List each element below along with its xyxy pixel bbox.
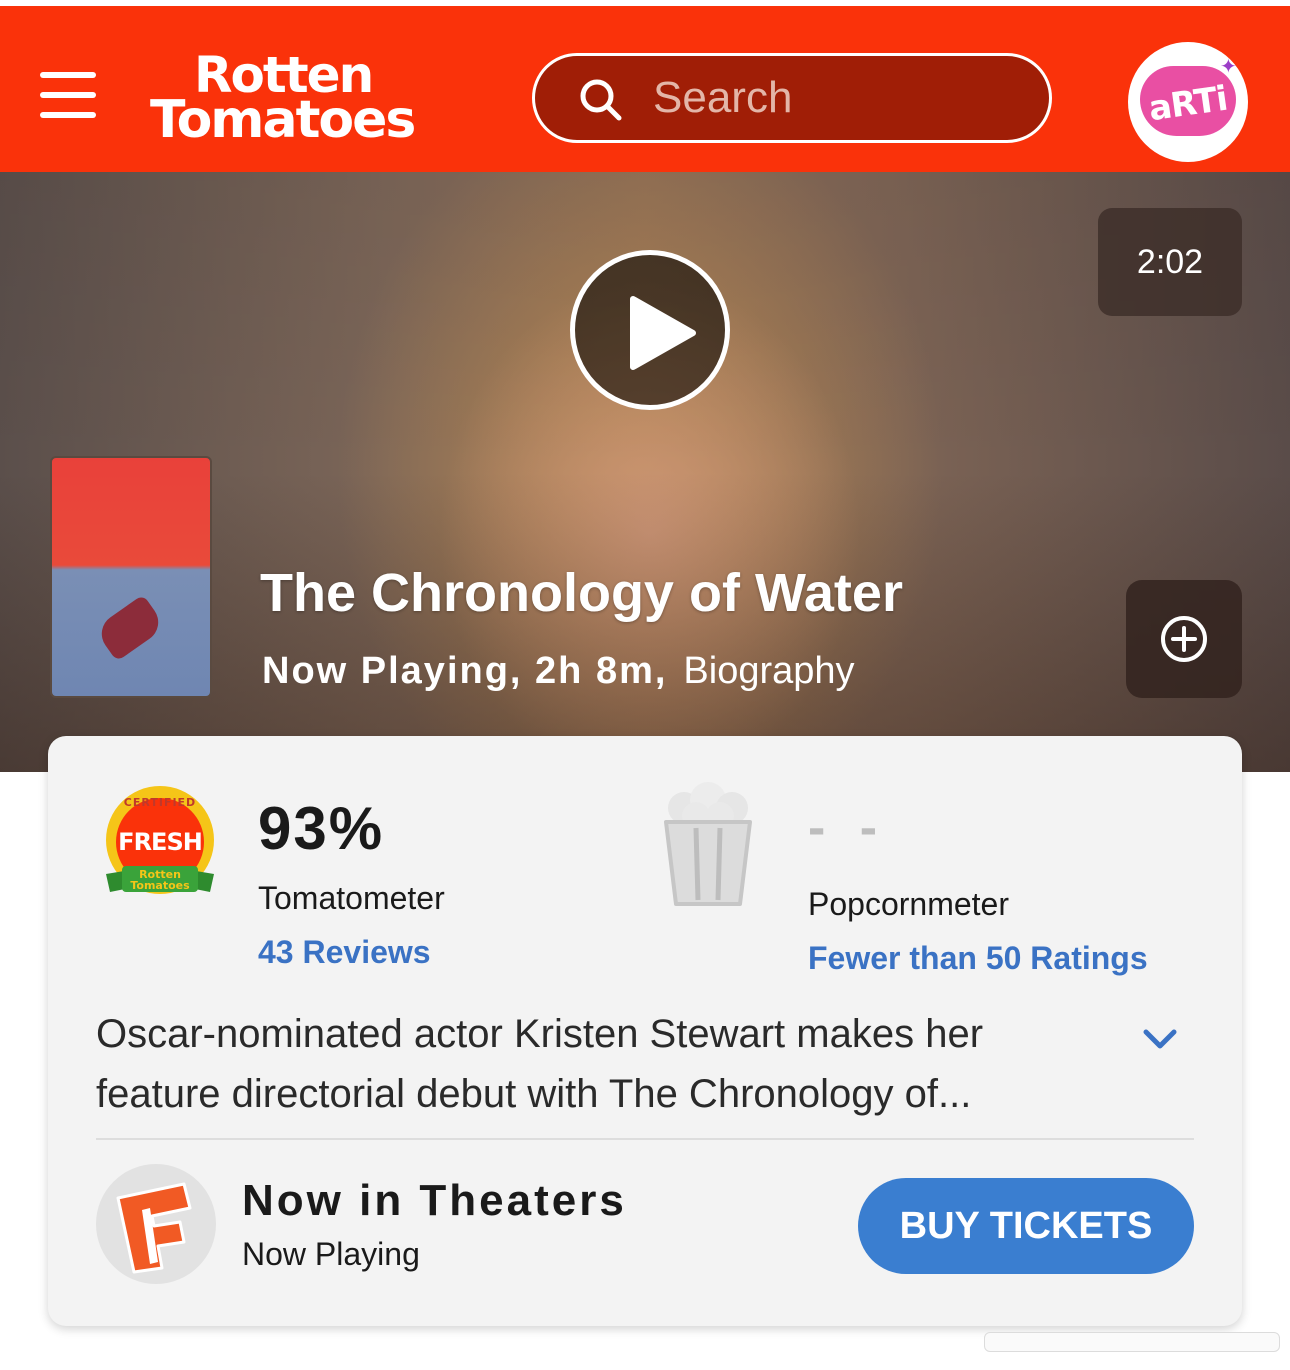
user-avatar[interactable]: aRTi ✦ (1128, 42, 1248, 162)
theaters-subtitle: Now Playing (242, 1236, 420, 1272)
popcornmeter-label: Popcornmeter (808, 886, 1009, 922)
hamburger-menu-icon[interactable] (40, 72, 98, 118)
buy-tickets-button[interactable]: BUY TICKETS (858, 1178, 1194, 1274)
certified-fresh-badge-icon: CERTIFIED FRESH Rotten Tomatoes (106, 786, 214, 894)
theaters-title: Now in Theaters (242, 1176, 627, 1225)
score-card: CERTIFIED FRESH Rotten Tomatoes 93% Toma… (48, 736, 1242, 1326)
add-to-watchlist-button[interactable] (1126, 580, 1242, 698)
popcorn-bucket-icon (664, 782, 752, 906)
fandango-logo (96, 1164, 216, 1284)
video-duration: 2:02 (1098, 208, 1242, 316)
play-video-button[interactable] (570, 250, 730, 410)
sparkle-icon: ✦ (1220, 56, 1237, 78)
reviews-count-link[interactable]: 43 Reviews (258, 934, 431, 971)
tomatometer-score: 93% (258, 795, 385, 862)
movie-poster[interactable] (50, 456, 212, 698)
search-icon (580, 79, 622, 121)
rotten-tomatoes-logo[interactable]: Rotten Tomatoes (150, 50, 480, 150)
plus-circle-icon (1161, 616, 1207, 662)
badge-top-text: CERTIFIED (124, 796, 196, 809)
top-nav-bar: Rotten Tomatoes aRTi ✦ (0, 6, 1290, 172)
genre: Biography (683, 650, 855, 692)
badge-brand-2: Tomatoes (130, 879, 190, 892)
search-bar[interactable] (532, 53, 1052, 143)
badge-main-text: FRESH (118, 828, 202, 856)
hero-video-banner: 2:02 The Chronology of Water Now Playing… (0, 172, 1290, 772)
status-runtime: Now Playing, 2h 8m, (262, 650, 668, 692)
movie-title: The Chronology of Water (260, 563, 903, 623)
popcornmeter-score: - - (808, 799, 888, 857)
poster-figure (93, 594, 167, 662)
movie-synopsis[interactable]: Oscar-nominated actor Kristen Stewart ma… (96, 1004, 1116, 1124)
scroll-indicator (984, 1332, 1280, 1352)
logo-line-2: Tomatoes (150, 90, 416, 150)
tomatometer-label: Tomatometer (258, 880, 445, 916)
section-divider (96, 1138, 1194, 1140)
fandango-f-icon (116, 1182, 192, 1274)
movie-meta: Now Playing, 2h 8m, Biography (262, 650, 855, 693)
search-input[interactable] (653, 70, 1023, 126)
play-icon (630, 296, 696, 370)
ratings-count-link[interactable]: Fewer than 50 Ratings (808, 940, 1148, 977)
chevron-down-icon[interactable] (1140, 1024, 1180, 1054)
